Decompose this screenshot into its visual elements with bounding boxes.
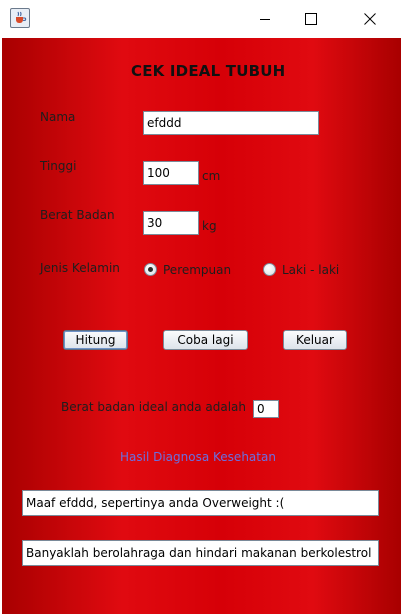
- nama-label: Nama: [40, 110, 76, 124]
- tinggi-label: Tinggi: [40, 159, 77, 173]
- title-bar[interactable]: [0, 0, 403, 38]
- java-cup-icon[interactable]: [10, 8, 30, 28]
- kelamin-label: Jenis Kelamin: [40, 261, 120, 275]
- coba-lagi-button[interactable]: Coba lagi: [163, 330, 248, 350]
- minimize-button[interactable]: [242, 0, 288, 38]
- form-panel: CEK IDEAL TUBUH Nama efddd Tinggi 100 cm…: [2, 38, 401, 614]
- diagnosa-field-1[interactable]: Maaf efddd, sepertinya anda Overweight :…: [22, 490, 379, 516]
- radio-laki-laki-label[interactable]: Laki - laki: [282, 263, 339, 277]
- ideal-weight-field[interactable]: 0: [253, 400, 279, 418]
- maximize-button[interactable]: [288, 0, 334, 38]
- app-window: CEK IDEAL TUBUH Nama efddd Tinggi 100 cm…: [0, 0, 403, 616]
- close-icon: [364, 13, 376, 25]
- diagnosa-heading: Hasil Diagnosa Kesehatan: [120, 450, 276, 464]
- ideal-weight-label: Berat badan ideal anda adalah: [61, 400, 246, 414]
- berat-field[interactable]: 30: [143, 211, 199, 235]
- keluar-button[interactable]: Keluar: [283, 330, 347, 350]
- berat-unit: kg: [202, 219, 217, 233]
- maximize-icon: [305, 13, 317, 25]
- diagnosa-field-2[interactable]: Banyaklah berolahraga dan hindari makana…: [22, 540, 379, 566]
- tinggi-field[interactable]: 100: [143, 161, 199, 185]
- page-title: CEK IDEAL TUBUH: [131, 62, 286, 80]
- radio-perempuan[interactable]: [144, 263, 157, 276]
- berat-label: Berat Badan: [40, 208, 115, 222]
- minimize-icon: [260, 19, 270, 20]
- radio-laki-laki[interactable]: [263, 263, 276, 276]
- tinggi-unit: cm: [202, 169, 221, 183]
- close-button[interactable]: [347, 0, 393, 38]
- hitung-button[interactable]: Hitung: [63, 330, 128, 350]
- radio-perempuan-label[interactable]: Perempuan: [163, 263, 231, 277]
- nama-field[interactable]: efddd: [143, 111, 319, 135]
